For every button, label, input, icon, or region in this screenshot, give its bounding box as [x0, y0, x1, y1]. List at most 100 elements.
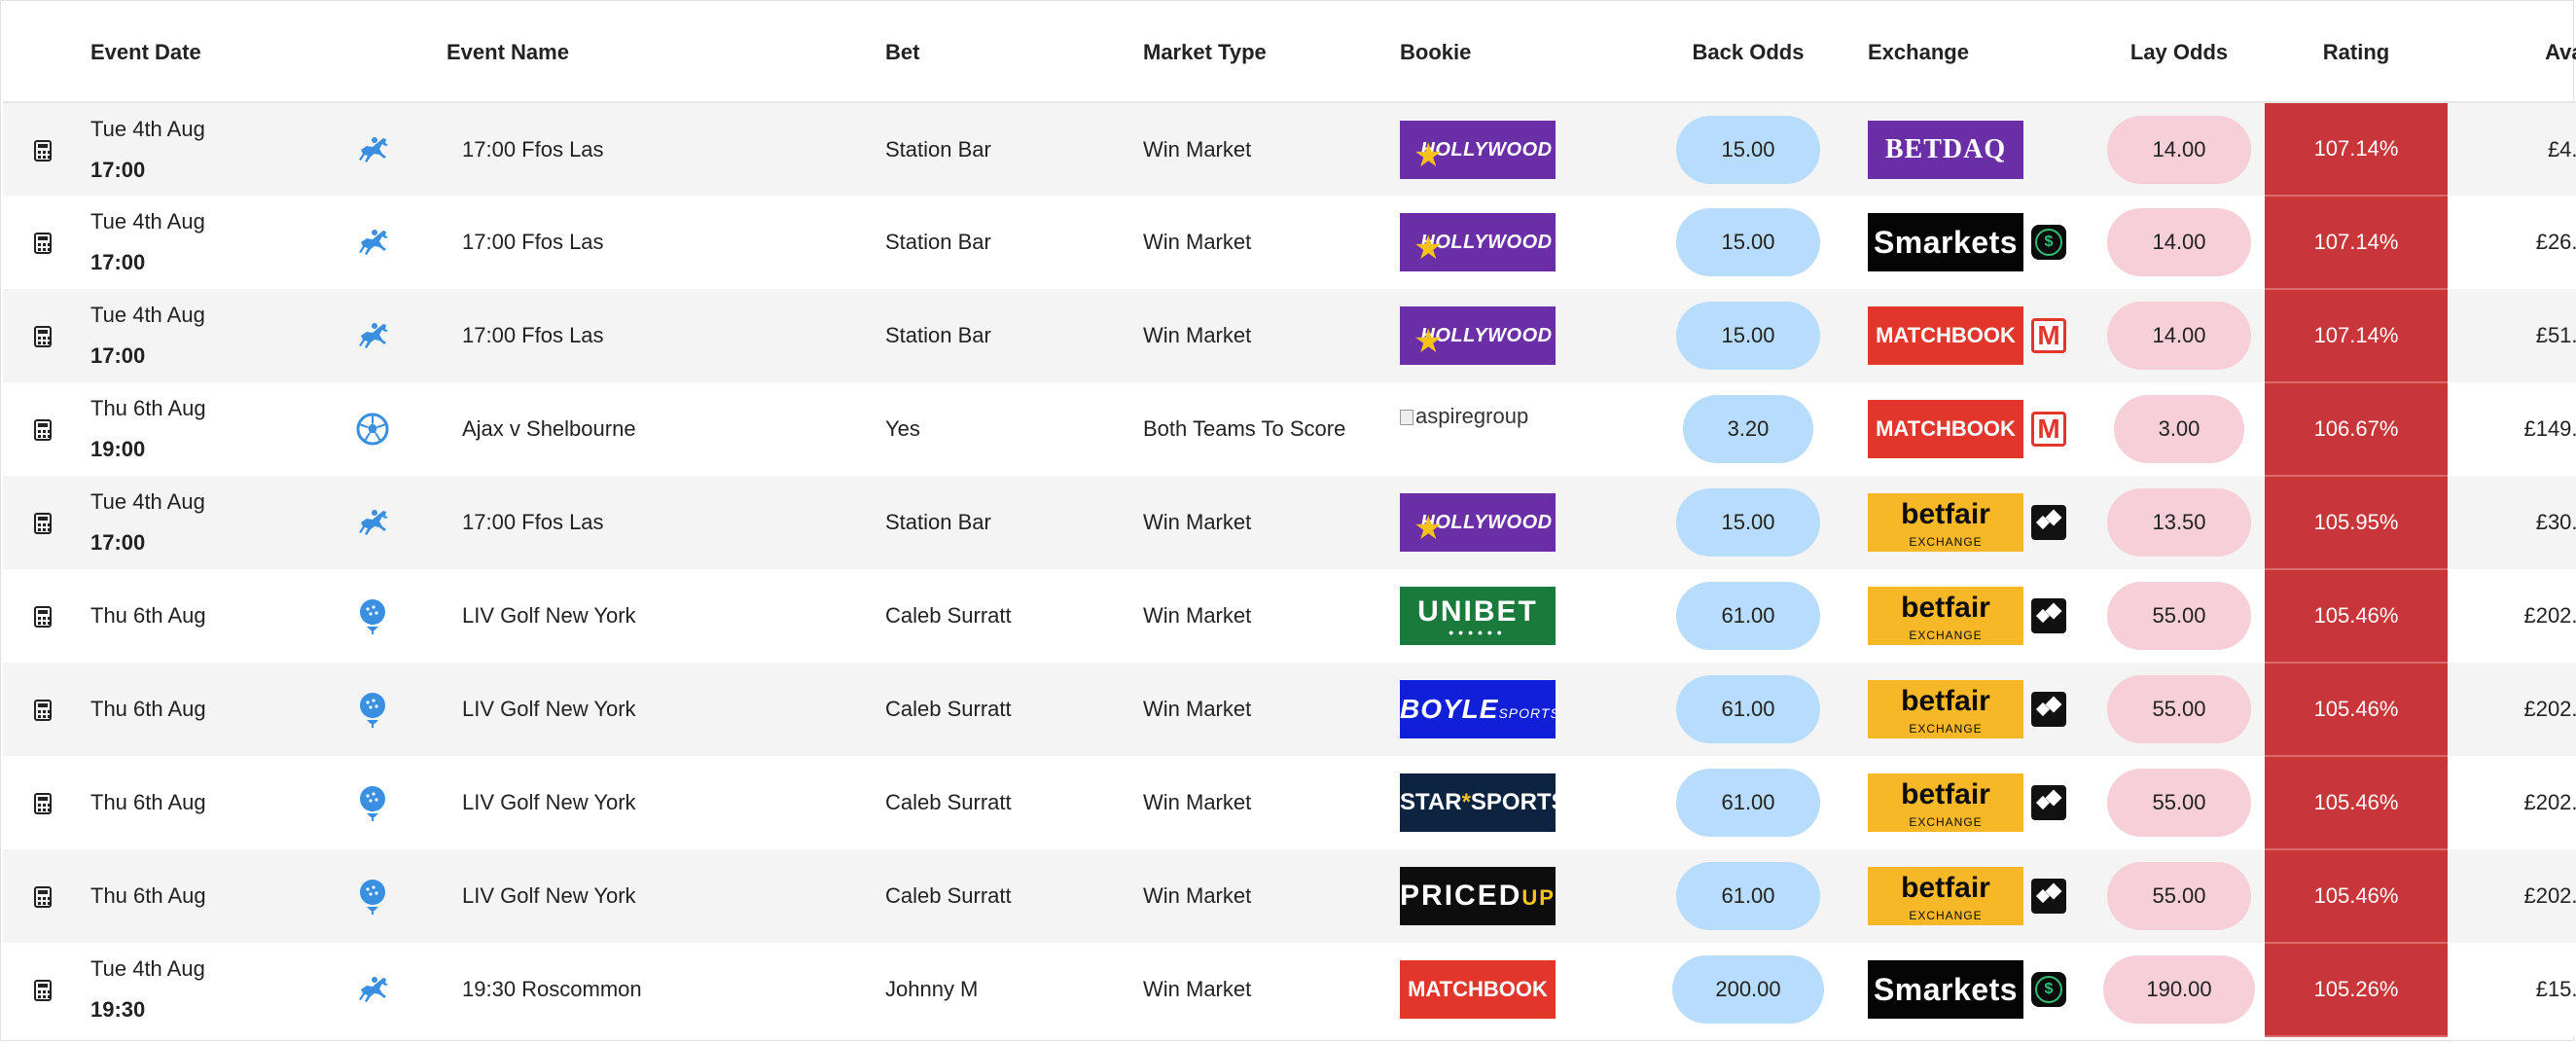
exchange-cell[interactable]: betfair EXCHANGE [1860, 849, 2093, 943]
bookie-cell[interactable]: ★ HOLLYWOOD [1400, 102, 1636, 196]
bookie-cell[interactable]: MATCHBOOK [1400, 943, 1636, 1036]
bookie-cell[interactable]: BOYLESPORTS [1400, 663, 1636, 756]
back-odds[interactable]: 61.00 [1676, 675, 1820, 743]
exchange-cell[interactable]: MATCHBOOK M [1860, 382, 2093, 476]
exchange-cell[interactable]: Smarkets [1860, 196, 2093, 289]
header-back-odds[interactable]: Back Odds [1636, 3, 1860, 102]
back-odds[interactable]: 15.00 [1676, 488, 1820, 557]
lay-odds[interactable]: 55.00 [2107, 582, 2251, 650]
calc-cell[interactable] [3, 289, 90, 382]
calc-cell[interactable] [3, 569, 90, 663]
back-odds[interactable]: 15.00 [1676, 208, 1820, 276]
bookie-logo-pricedup[interactable]: PRICEDUP [1400, 867, 1556, 925]
bookie-cell[interactable]: ★ HOLLYWOOD [1400, 289, 1636, 382]
table-row[interactable]: Tue 4th Aug 17:00 17:00 Ffos Las Station… [3, 196, 2576, 290]
bookie-logo-hollywood[interactable]: ★ HOLLYWOOD [1400, 120, 1556, 179]
matchbook-icon[interactable]: M [2031, 412, 2066, 447]
calculator-icon[interactable] [34, 886, 52, 909]
header-avail[interactable]: Avail. [2448, 3, 2576, 102]
bookie-logo-broken-image[interactable]: aspiregroup [1400, 399, 1528, 434]
table-row[interactable]: Thu 6th Aug LIV Golf New York Caleb Surr… [3, 849, 2576, 944]
exchange-cell[interactable]: Smarkets [1860, 943, 2093, 1036]
smarkets-icon[interactable] [2031, 225, 2066, 260]
bookie-logo-hollywood[interactable]: ★ HOLLYWOOD [1400, 493, 1556, 552]
calc-cell[interactable] [3, 102, 90, 196]
exchange-cell[interactable]: MATCHBOOK M [1860, 289, 2093, 382]
back-odds[interactable]: 3.20 [1683, 395, 1813, 463]
back-odds[interactable]: 61.00 [1676, 862, 1820, 930]
header-bookie[interactable]: Bookie [1400, 3, 1636, 102]
exchange-logo-matchbook[interactable]: MATCHBOOK [1868, 306, 2023, 365]
betfair-icon[interactable] [2031, 692, 2066, 727]
bookie-logo-boylesports[interactable]: BOYLESPORTS [1400, 680, 1556, 738]
bookie-logo-unibet[interactable]: UNIBET •••••• [1400, 587, 1556, 645]
exchange-logo-matchbook[interactable]: MATCHBOOK [1868, 400, 2023, 458]
table-row[interactable]: Thu 6th Aug 19:00 Ajax v Shelbourne Yes … [3, 382, 2576, 477]
header-event-name[interactable]: Event Name [447, 3, 885, 102]
header-exchange[interactable]: Exchange [1860, 3, 2093, 102]
exchange-logo-smarkets[interactable]: Smarkets [1868, 213, 2023, 271]
exchange-cell[interactable]: betfair EXCHANGE [1860, 756, 2093, 849]
lay-odds[interactable]: 14.00 [2107, 302, 2251, 370]
bookie-logo-matchbook[interactable]: MATCHBOOK [1400, 960, 1556, 1019]
calculator-icon[interactable] [34, 326, 52, 348]
calc-cell[interactable] [3, 663, 90, 756]
bookie-logo-hollywood[interactable]: ★ HOLLYWOOD [1400, 306, 1556, 365]
header-market-type[interactable]: Market Type [1143, 3, 1400, 102]
betfair-icon[interactable] [2031, 785, 2066, 820]
calc-cell[interactable] [3, 756, 90, 849]
bookie-cell[interactable]: PRICEDUP [1400, 849, 1636, 943]
bookie-cell[interactable]: UNIBET •••••• [1400, 569, 1636, 663]
lay-odds[interactable]: 55.00 [2107, 862, 2251, 930]
betfair-icon[interactable] [2031, 505, 2066, 540]
back-odds[interactable]: 61.00 [1676, 582, 1820, 650]
back-odds[interactable]: 15.00 [1676, 115, 1820, 184]
header-lay-odds[interactable]: Lay Odds [2093, 3, 2265, 102]
lay-odds[interactable]: 13.50 [2107, 488, 2251, 557]
calculator-icon[interactable] [34, 980, 52, 1002]
calc-cell[interactable] [3, 196, 90, 289]
exchange-logo-smarkets[interactable]: Smarkets [1868, 960, 2023, 1019]
table-row[interactable]: Thu 6th Aug LIV Golf New York Caleb Surr… [3, 663, 2576, 757]
exchange-logo-betdaq[interactable]: BETDAQ [1868, 120, 2023, 179]
lay-odds[interactable]: 55.00 [2107, 675, 2251, 743]
bookie-logo-hollywood[interactable]: ★ HOLLYWOOD [1400, 213, 1556, 271]
calc-cell[interactable] [3, 943, 90, 1036]
bookie-logo-starsports[interactable]: STAR*SPORTS [1400, 773, 1556, 832]
lay-odds[interactable]: 14.00 [2107, 208, 2251, 276]
matchbook-icon[interactable]: M [2031, 318, 2066, 353]
table-row[interactable]: Tue 4th Aug 19:30 19:30 Roscommon Johnny… [3, 943, 2576, 1037]
bookie-cell[interactable]: ★ HOLLYWOOD [1400, 196, 1636, 289]
bookie-cell[interactable]: aspiregroup [1400, 382, 1636, 476]
bookie-cell[interactable]: ★ HOLLYWOOD [1400, 476, 1636, 569]
table-row[interactable]: Tue 4th Aug 17:00 17:00 Ffos Las Station… [3, 102, 2576, 197]
lay-odds[interactable]: 3.00 [2114, 395, 2244, 463]
calculator-icon[interactable] [34, 419, 52, 442]
calculator-icon[interactable] [34, 513, 52, 535]
betfair-icon[interactable] [2031, 598, 2066, 633]
back-odds[interactable]: 15.00 [1676, 302, 1820, 370]
calculator-icon[interactable] [34, 793, 52, 815]
calc-cell[interactable] [3, 382, 90, 476]
exchange-cell[interactable]: BETDAQ [1860, 102, 2093, 196]
header-rating[interactable]: Rating [2265, 3, 2448, 102]
lay-odds[interactable]: 14.00 [2107, 115, 2251, 184]
back-odds[interactable]: 200.00 [1672, 955, 1824, 1024]
lay-odds[interactable]: 190.00 [2103, 955, 2255, 1024]
calculator-icon[interactable] [34, 139, 52, 162]
table-row[interactable]: Tue 4th Aug 17:00 17:00 Ffos Las Station… [3, 476, 2576, 570]
betfair-icon[interactable] [2031, 879, 2066, 914]
table-row[interactable]: Tue 4th Aug 17:00 17:00 Ffos Las Station… [3, 289, 2576, 383]
calculator-icon[interactable] [34, 700, 52, 722]
exchange-logo-betfair[interactable]: betfair EXCHANGE [1868, 867, 2023, 925]
exchange-logo-betfair[interactable]: betfair EXCHANGE [1868, 587, 2023, 645]
back-odds[interactable]: 61.00 [1676, 769, 1820, 837]
exchange-logo-betfair[interactable]: betfair EXCHANGE [1868, 493, 2023, 552]
exchange-cell[interactable]: betfair EXCHANGE [1860, 663, 2093, 756]
exchange-cell[interactable]: betfair EXCHANGE [1860, 476, 2093, 569]
calculator-icon[interactable] [34, 606, 52, 629]
lay-odds[interactable]: 55.00 [2107, 769, 2251, 837]
exchange-cell[interactable]: betfair EXCHANGE [1860, 569, 2093, 663]
header-event-date[interactable]: Event Date [90, 3, 349, 102]
exchange-logo-betfair[interactable]: betfair EXCHANGE [1868, 773, 2023, 832]
